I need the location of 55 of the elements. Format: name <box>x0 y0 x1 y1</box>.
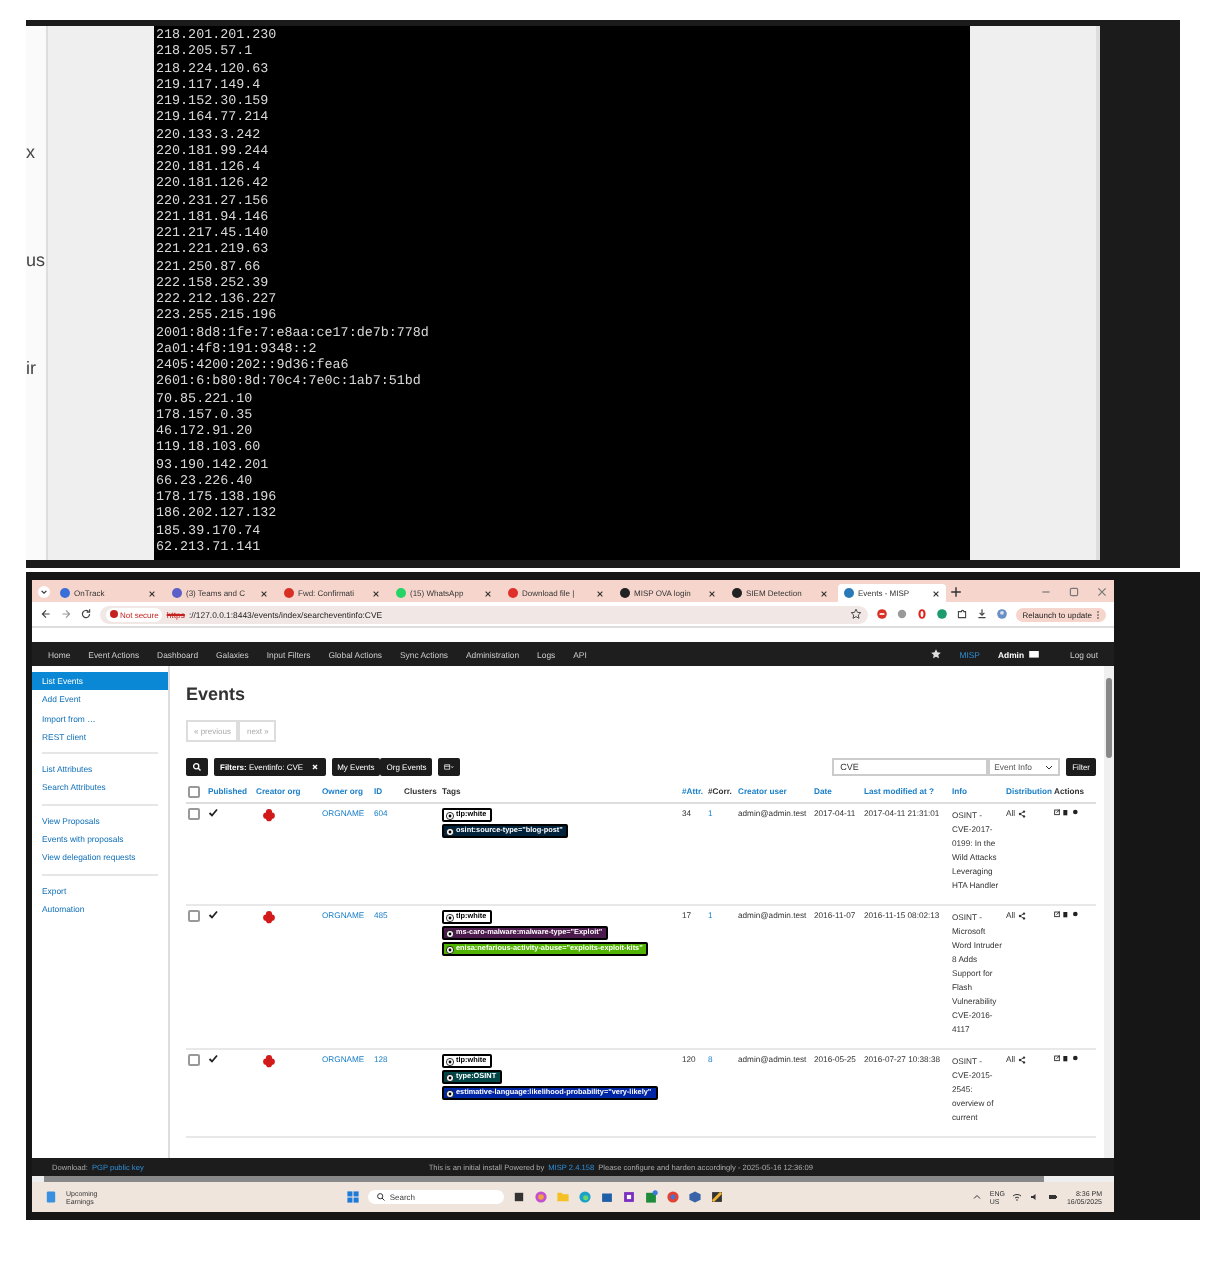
close-icon[interactable] <box>260 589 268 597</box>
close-icon[interactable] <box>708 589 716 597</box>
checkbox[interactable] <box>188 808 200 820</box>
store-icon[interactable] <box>599 1190 614 1204</box>
download-icon[interactable] <box>976 608 989 620</box>
back-icon[interactable] <box>40 608 52 620</box>
puzzle-icon[interactable] <box>956 608 969 620</box>
speaker-icon[interactable] <box>1030 1192 1041 1202</box>
share-icon <box>1017 809 1026 818</box>
share-icon <box>1017 911 1026 920</box>
start-icon[interactable] <box>345 1190 360 1204</box>
chevron-up-icon[interactable] <box>971 1192 982 1202</box>
weather-icon[interactable] <box>44 1190 58 1204</box>
cut-off-text: ir <box>26 358 38 378</box>
cut-off-text: x <box>26 142 37 162</box>
task-view-icon[interactable] <box>511 1190 526 1204</box>
columns-button[interactable] <box>438 758 461 776</box>
chrome-icon[interactable] <box>665 1190 680 1204</box>
edit-icon[interactable] <box>1054 1054 1061 1062</box>
extension-icon[interactable] <box>876 608 889 620</box>
alert-icon <box>110 610 118 618</box>
org-logo-icon <box>262 1054 276 1068</box>
tab-list-icon[interactable] <box>38 585 50 597</box>
profile-icon[interactable] <box>996 608 1009 620</box>
reload-icon[interactable] <box>80 608 92 620</box>
app-icon[interactable] <box>709 1190 724 1204</box>
search-button[interactable] <box>186 758 208 776</box>
star-icon[interactable] <box>850 608 863 620</box>
close-icon[interactable] <box>372 589 380 597</box>
checkbox[interactable] <box>188 1054 200 1066</box>
page-title: Events <box>186 684 248 704</box>
close-icon[interactable] <box>148 589 156 597</box>
cube-icon[interactable] <box>687 1190 702 1204</box>
org-logo-icon <box>262 910 276 924</box>
copilot-icon[interactable] <box>533 1190 548 1204</box>
close-icon[interactable] <box>596 589 604 597</box>
checkbox[interactable] <box>188 910 200 922</box>
table-icon <box>444 762 455 772</box>
wifi-icon[interactable] <box>1012 1192 1023 1202</box>
checkbox[interactable] <box>188 786 200 798</box>
xbox-icon[interactable] <box>643 1190 658 1204</box>
restore-icon[interactable] <box>1068 585 1080 597</box>
edit-icon[interactable] <box>1054 910 1061 918</box>
app-icon[interactable] <box>621 1190 636 1204</box>
org-logo-icon <box>262 808 276 822</box>
cut-off-text: us <box>26 250 46 270</box>
edit-icon[interactable] <box>1054 808 1061 816</box>
star-icon[interactable] <box>929 648 942 660</box>
close-icon[interactable] <box>932 589 940 597</box>
search-icon <box>192 762 202 772</box>
search-icon <box>375 1192 386 1202</box>
share-icon <box>1017 1055 1026 1064</box>
close-icon[interactable] <box>484 589 492 597</box>
close-icon[interactable] <box>820 589 828 597</box>
plus-icon[interactable] <box>950 585 962 597</box>
